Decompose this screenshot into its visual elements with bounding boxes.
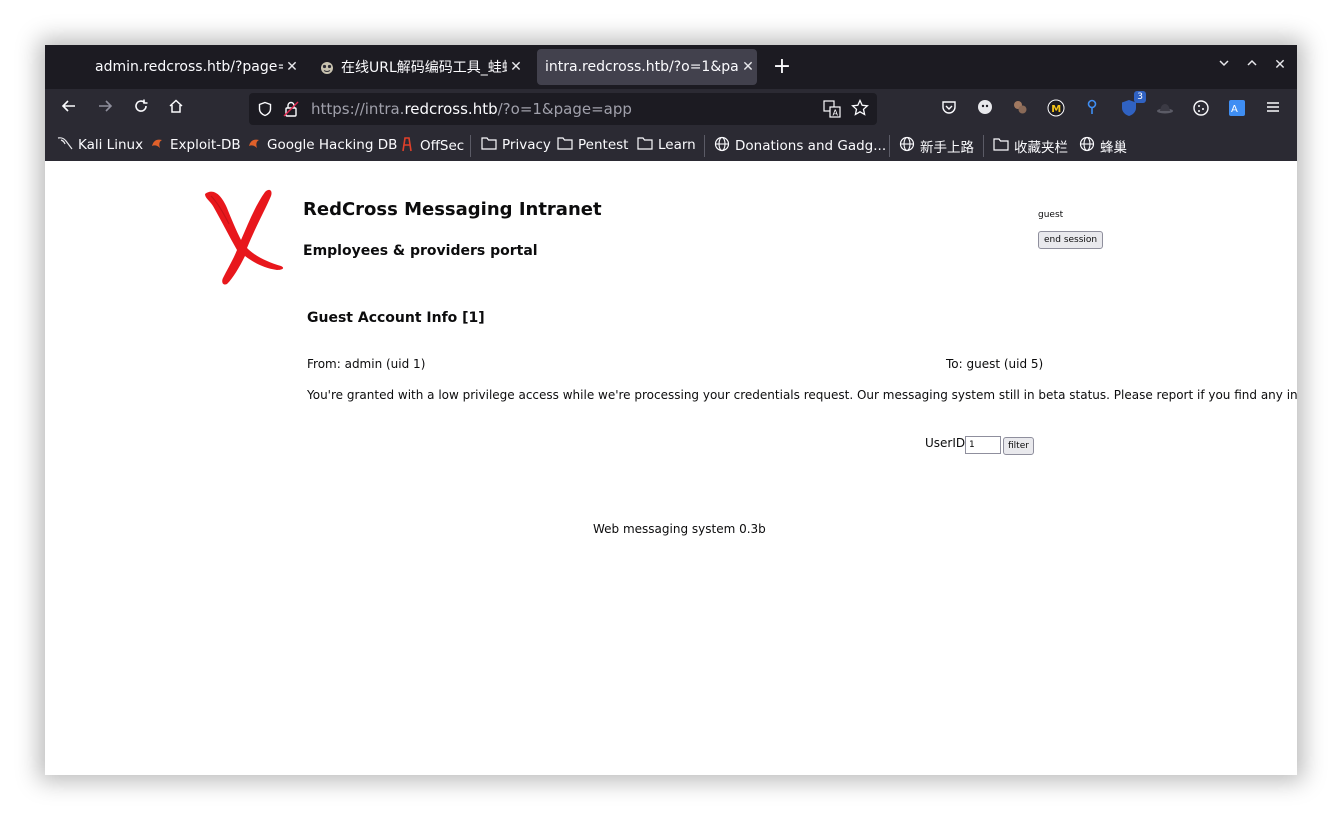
redcross-x-logo — [205, 189, 284, 285]
bookmark-donations[interactable]: Donations and Gadg... — [714, 136, 886, 156]
cookie-editor-icon[interactable] — [1011, 99, 1029, 117]
bookmark-label: Donations and Gadg... — [735, 138, 887, 154]
username-label: guest — [1038, 210, 1064, 220]
translate-icon[interactable]: A — [823, 100, 841, 122]
reload-icon[interactable] — [129, 97, 153, 121]
ublock-icon[interactable]: 3 — [1120, 91, 1146, 117]
shield-icon[interactable] — [257, 101, 273, 121]
folder-icon — [557, 136, 573, 154]
folder-icon — [481, 136, 497, 154]
url-path: /?o=1&page=app — [497, 100, 632, 118]
bookmark-folder-learn[interactable]: Learn — [637, 136, 696, 154]
page-subtitle: Employees & providers portal — [303, 243, 538, 259]
bookmark-separator — [470, 135, 471, 157]
bookmark-folder-pentest[interactable]: Pentest — [557, 136, 628, 154]
bookmark-label: Google Hacking DB — [267, 137, 398, 153]
footer-text: Web messaging system 0.3b — [593, 522, 766, 536]
hamburger-menu-icon[interactable] — [1264, 99, 1282, 117]
svg-text:M: M — [1051, 104, 1061, 115]
nav-bar: https://intra.redcross.htb/?o=1&page=app… — [45, 89, 1297, 129]
cookie-icon[interactable] — [1192, 99, 1210, 117]
end-session-button[interactable]: end session — [1038, 231, 1104, 249]
bookmark-label: Privacy — [502, 137, 551, 153]
home-icon[interactable] — [164, 97, 188, 121]
tab-label: admin.redcross.htb/?page=users — [95, 59, 283, 75]
bookmark-separator — [889, 135, 890, 157]
browser-window: admin.redcross.htb/?page=users ✕ 在线URL解码… — [45, 45, 1297, 775]
bookmark-separator — [983, 135, 984, 157]
bookmark-folder-privacy[interactable]: Privacy — [481, 136, 551, 154]
close-tab-icon[interactable]: ✕ — [283, 59, 301, 75]
maximize-icon[interactable] — [1242, 57, 1262, 73]
extension-badge: 3 — [1134, 91, 1146, 103]
page-content: RedCross Messaging Intranet Employees & … — [45, 161, 1297, 775]
kali-dragon-icon — [57, 136, 73, 154]
foxyproxy-icon[interactable] — [1083, 99, 1101, 117]
bookmark-label: 新手上路 — [920, 140, 974, 156]
extension-avatar-icon[interactable] — [976, 99, 994, 117]
bookmark-label: Kali Linux — [78, 137, 144, 153]
message-from: From: admin (uid 1) — [307, 357, 426, 371]
bookmark-label: OffSec — [420, 138, 465, 154]
bookmark-label: 蜂巢 — [1100, 140, 1127, 156]
folder-icon — [993, 137, 1009, 155]
insecure-lock-icon[interactable] — [283, 100, 299, 122]
close-tab-icon[interactable]: ✕ — [507, 59, 525, 75]
globe-icon — [899, 136, 915, 156]
filter-button[interactable]: filter — [1003, 437, 1034, 455]
ghdb-icon — [246, 136, 262, 154]
page-title: RedCross Messaging Intranet — [303, 199, 602, 220]
tab-url-tool[interactable]: 在线URL解码编码工具_蛙蛙工具 ✕ — [313, 49, 525, 85]
bookmark-hive[interactable]: 蜂巢 — [1079, 136, 1127, 156]
hat-icon[interactable] — [1156, 99, 1174, 117]
globe-icon — [1079, 136, 1095, 156]
bookmark-label: Pentest — [578, 137, 629, 153]
translator-extension-icon[interactable]: A — [1228, 99, 1246, 117]
svg-text:A: A — [833, 109, 839, 118]
url-scheme: https://intra. — [311, 100, 405, 118]
offsec-icon — [399, 136, 415, 156]
message-title: Guest Account Info [1] — [307, 310, 485, 326]
new-tab-button[interactable]: + — [770, 55, 794, 79]
close-window-icon[interactable]: ✕ — [1270, 57, 1290, 73]
close-tab-icon[interactable]: ✕ — [739, 59, 757, 75]
chevron-down-icon[interactable] — [1214, 57, 1234, 73]
url-text: https://intra.redcross.htb/?o=1&page=app — [311, 100, 632, 118]
bookmark-separator — [704, 135, 705, 157]
bookmark-exploit-db[interactable]: Exploit-DB — [149, 136, 241, 154]
bookmark-offsec[interactable]: OffSec — [399, 136, 464, 156]
tab-label: 在线URL解码编码工具_蛙蛙工具 — [341, 60, 507, 76]
bookmarks-bar: Kali Linux Exploit-DB Google Hacking DB … — [45, 129, 1297, 162]
tab-label: intra.redcross.htb/?o=1&page=app — [545, 59, 739, 75]
userid-input[interactable] — [965, 436, 1001, 454]
tab-intra[interactable]: intra.redcross.htb/?o=1&page=app ✕ — [537, 49, 757, 85]
bookmark-label: 收藏夹栏 — [1014, 140, 1068, 156]
folder-icon — [637, 136, 653, 154]
url-host: redcross.htb — [404, 100, 498, 118]
back-icon[interactable] — [57, 97, 81, 121]
svg-text:A: A — [1231, 104, 1238, 115]
pocket-icon[interactable] — [940, 99, 958, 117]
exploit-db-icon — [149, 136, 165, 154]
tab-admin[interactable]: admin.redcross.htb/?page=users ✕ — [89, 49, 301, 85]
bookmark-newbie-guide[interactable]: 新手上路 — [899, 136, 974, 156]
bookmark-star-icon[interactable] — [851, 98, 869, 121]
userid-label: UserID — [925, 436, 966, 450]
globe-icon — [714, 136, 730, 156]
bookmark-label: Learn — [658, 137, 696, 153]
message-body: You're granted with a low privilege acce… — [307, 388, 1297, 402]
bookmark-label: Exploit-DB — [170, 137, 241, 153]
bookmark-google-hacking-db[interactable]: Google Hacking DB — [246, 136, 397, 154]
forward-icon[interactable] — [93, 97, 117, 121]
bookmark-kali-linux[interactable]: Kali Linux — [57, 136, 143, 154]
message-to: To: guest (uid 5) — [946, 357, 1044, 371]
tab-strip: admin.redcross.htb/?page=users ✕ 在线URL解码… — [45, 45, 1297, 89]
bookmark-folder-favorites[interactable]: 收藏夹栏 — [993, 136, 1068, 156]
frog-icon — [319, 59, 335, 75]
metamask-icon[interactable]: M — [1047, 99, 1065, 117]
url-bar[interactable]: https://intra.redcross.htb/?o=1&page=app… — [249, 93, 877, 125]
